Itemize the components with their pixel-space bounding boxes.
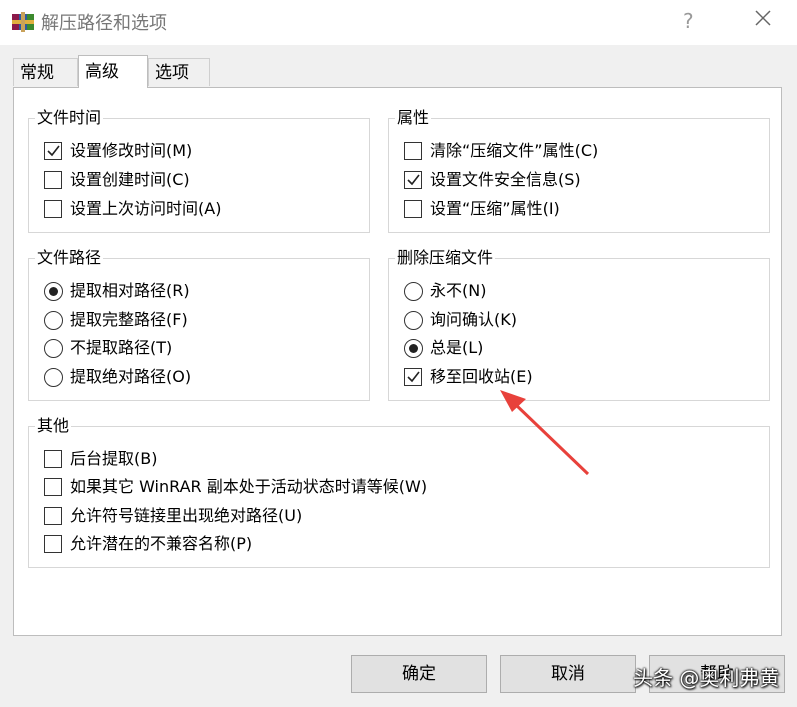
watermark: 头条 @奥利弗黄: [633, 666, 780, 690]
tab-advanced[interactable]: 高级: [78, 55, 148, 88]
cancel-button[interactable]: 取消: [500, 655, 636, 693]
annotation-arrow-icon: [500, 390, 590, 476]
ok-button[interactable]: 确定: [351, 655, 487, 693]
